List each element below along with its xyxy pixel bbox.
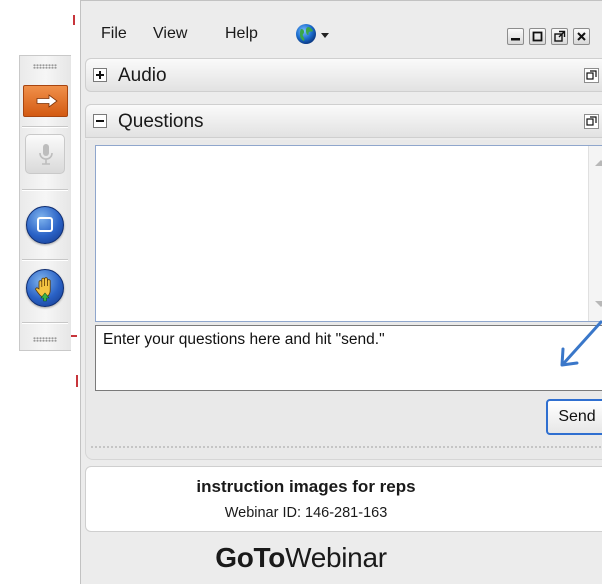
divider xyxy=(22,259,68,261)
minimize-icon xyxy=(511,38,520,41)
audio-pane-header[interactable]: Audio xyxy=(85,58,602,92)
divider xyxy=(22,322,68,324)
show-hide-panel-button[interactable] xyxy=(23,85,68,117)
raise-hand-button[interactable] xyxy=(26,269,64,307)
red-mark xyxy=(71,335,77,337)
minus-icon xyxy=(96,120,104,122)
send-button[interactable]: Send xyxy=(546,399,602,435)
screen-sharing-button[interactable] xyxy=(26,206,64,244)
session-info: instruction images for reps Webinar ID: … xyxy=(85,466,602,532)
show-hide-panel-icon xyxy=(36,94,58,108)
chevron-down-icon[interactable] xyxy=(321,33,329,38)
audio-expand-button[interactable] xyxy=(93,68,107,82)
microphone-button[interactable] xyxy=(25,134,65,174)
audio-pane-title: Audio xyxy=(118,65,167,86)
questions-pane-body: Enter your questions here and hit "send.… xyxy=(85,140,602,460)
brand-logo-bold: GoTo xyxy=(215,542,286,573)
divider xyxy=(22,126,68,128)
grab-tab[interactable] xyxy=(19,55,71,351)
audio-popout-button[interactable] xyxy=(584,68,599,83)
maximize-button[interactable] xyxy=(529,28,546,45)
questions-collapse-button[interactable] xyxy=(93,114,107,128)
menu-file[interactable]: File xyxy=(101,25,127,43)
webinar-id: Webinar ID: 146-281-163 xyxy=(224,505,388,521)
red-mark xyxy=(73,15,75,25)
popout-button[interactable] xyxy=(551,28,568,45)
menu-bar: File View Help xyxy=(81,13,602,51)
questions-pane-header[interactable]: Questions xyxy=(85,104,602,138)
resize-grip[interactable] xyxy=(90,445,602,449)
raise-hand-icon xyxy=(35,277,51,302)
menu-help[interactable]: Help xyxy=(225,25,258,43)
popout-icon xyxy=(554,30,566,42)
menu-view[interactable]: View xyxy=(153,25,187,43)
questions-pane-title: Questions xyxy=(118,111,204,132)
scroll-up-icon[interactable] xyxy=(595,160,602,166)
annotation-arrow-icon xyxy=(560,320,602,367)
question-input[interactable]: Enter your questions here and hit "send.… xyxy=(95,325,602,391)
minimize-button[interactable] xyxy=(507,28,524,45)
grip-top[interactable] xyxy=(33,64,57,69)
questions-log[interactable] xyxy=(95,145,602,322)
red-mark xyxy=(76,375,78,387)
close-button[interactable] xyxy=(573,28,590,45)
screen-icon xyxy=(37,217,53,232)
brand-logo-light: Webinar xyxy=(285,542,387,573)
divider xyxy=(22,189,68,191)
session-title: instruction images for reps xyxy=(196,477,416,496)
popout-icon xyxy=(586,116,597,126)
close-icon xyxy=(577,32,586,41)
grip-bottom[interactable] xyxy=(33,337,57,342)
popout-icon xyxy=(586,70,597,80)
brand-logo: GoToWebinar xyxy=(81,542,521,574)
questions-popout-button[interactable] xyxy=(584,114,599,129)
maximize-icon xyxy=(532,31,543,42)
scrollbar[interactable] xyxy=(588,146,602,321)
screenshot-stage: File View Help Audio Questions Enter you… xyxy=(0,0,602,584)
scroll-down-icon[interactable] xyxy=(595,301,602,307)
globe-icon[interactable] xyxy=(295,23,317,45)
microphone-icon xyxy=(39,144,53,165)
control-panel: File View Help Audio Questions Enter you… xyxy=(80,0,602,584)
plus-icon xyxy=(96,71,104,79)
